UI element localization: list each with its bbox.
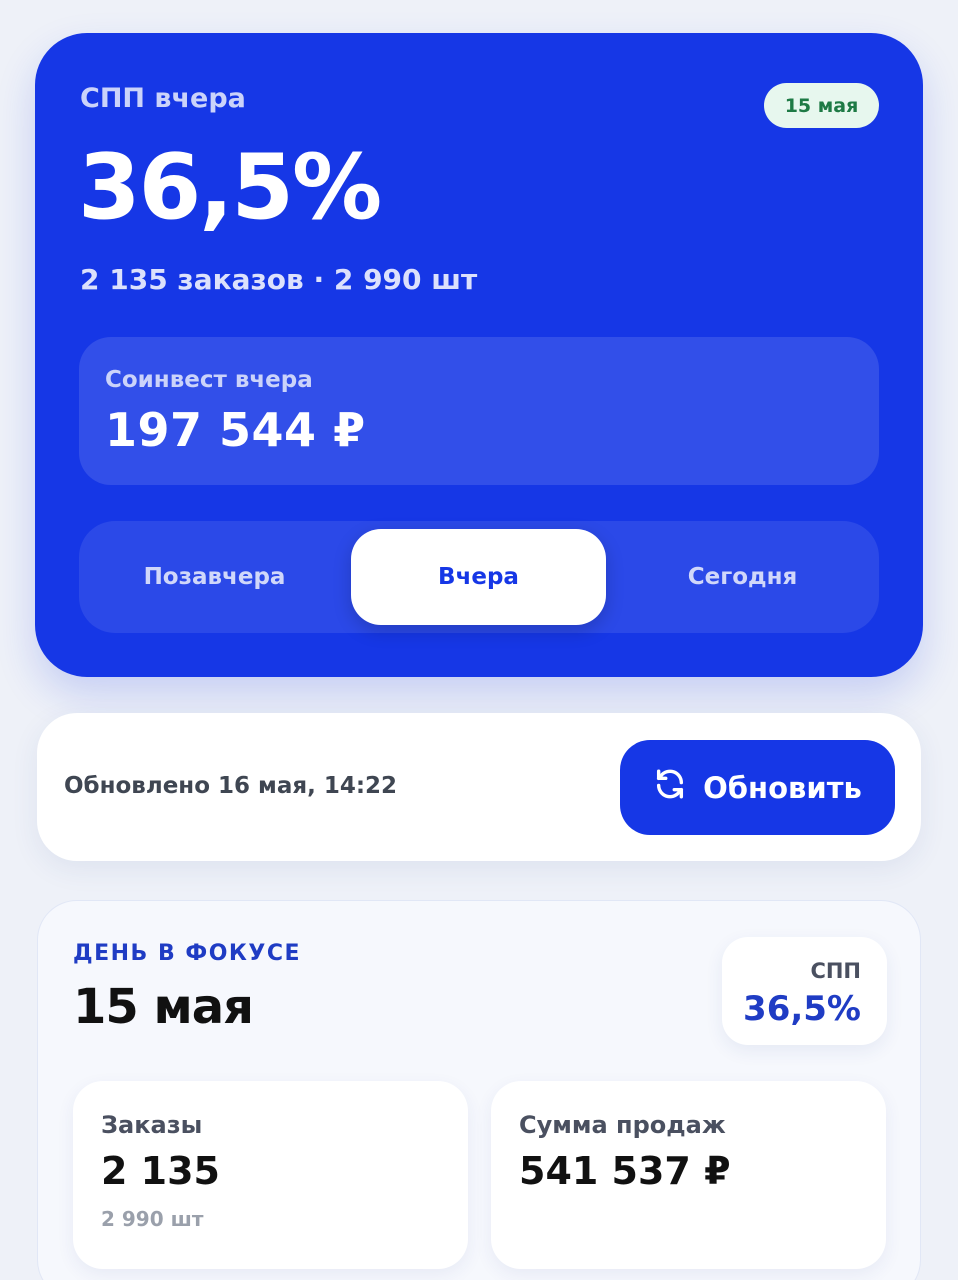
tab-today[interactable]: Сегодня (615, 529, 870, 625)
coinvest-label: Соинвест вчера (105, 367, 313, 393)
coinvest-value: 197 544 ₽ (105, 403, 366, 457)
focus-date: 15 мая (73, 979, 254, 1035)
sales-label: Сумма продаж (519, 1111, 726, 1139)
orders-value: 2 135 (101, 1149, 220, 1193)
sales-value: 541 537 ₽ (519, 1149, 731, 1193)
tab-day-before-yesterday[interactable]: Позавчера (87, 529, 342, 625)
refresh-icon (653, 767, 687, 808)
orders-label: Заказы (101, 1111, 203, 1139)
refresh-button-label: Обновить (703, 770, 862, 805)
orders-stat-card: Заказы 2 135 2 990 шт (73, 1081, 468, 1269)
orders-summary: 2 135 заказов · 2 990 шт (80, 263, 478, 296)
spp-hero-card: СПП вчера 15 мая 36,5% 2 135 заказов · 2… (35, 33, 923, 677)
day-switcher: Позавчера Вчера Сегодня (79, 521, 879, 633)
sales-stat-card: Сумма продаж 541 537 ₽ (491, 1081, 886, 1269)
update-card: Обновлено 16 мая, 14:22 Обновить (37, 713, 921, 861)
spp-value: 36,5% (78, 135, 382, 240)
coinvest-panel: Соинвест вчера 197 544 ₽ (79, 337, 879, 485)
spp-chip: СПП 36,5% (722, 937, 887, 1045)
tab-yesterday[interactable]: Вчера (351, 529, 606, 625)
day-focus-card: ДЕНЬ В ФОКУСЕ 15 мая СПП 36,5% Заказы 2 … (37, 900, 921, 1280)
spp-chip-value: 36,5% (743, 989, 861, 1029)
focus-kicker: ДЕНЬ В ФОКУСЕ (73, 941, 302, 966)
date-badge: 15 мая (764, 83, 879, 128)
hero-label: СПП вчера (80, 83, 246, 114)
updated-timestamp: Обновлено 16 мая, 14:22 (64, 773, 398, 799)
orders-units: 2 990 шт (101, 1207, 204, 1231)
refresh-button[interactable]: Обновить (620, 740, 895, 835)
page: СПП вчера 15 мая 36,5% 2 135 заказов · 2… (0, 0, 958, 1280)
spp-chip-label: СПП (810, 959, 861, 983)
